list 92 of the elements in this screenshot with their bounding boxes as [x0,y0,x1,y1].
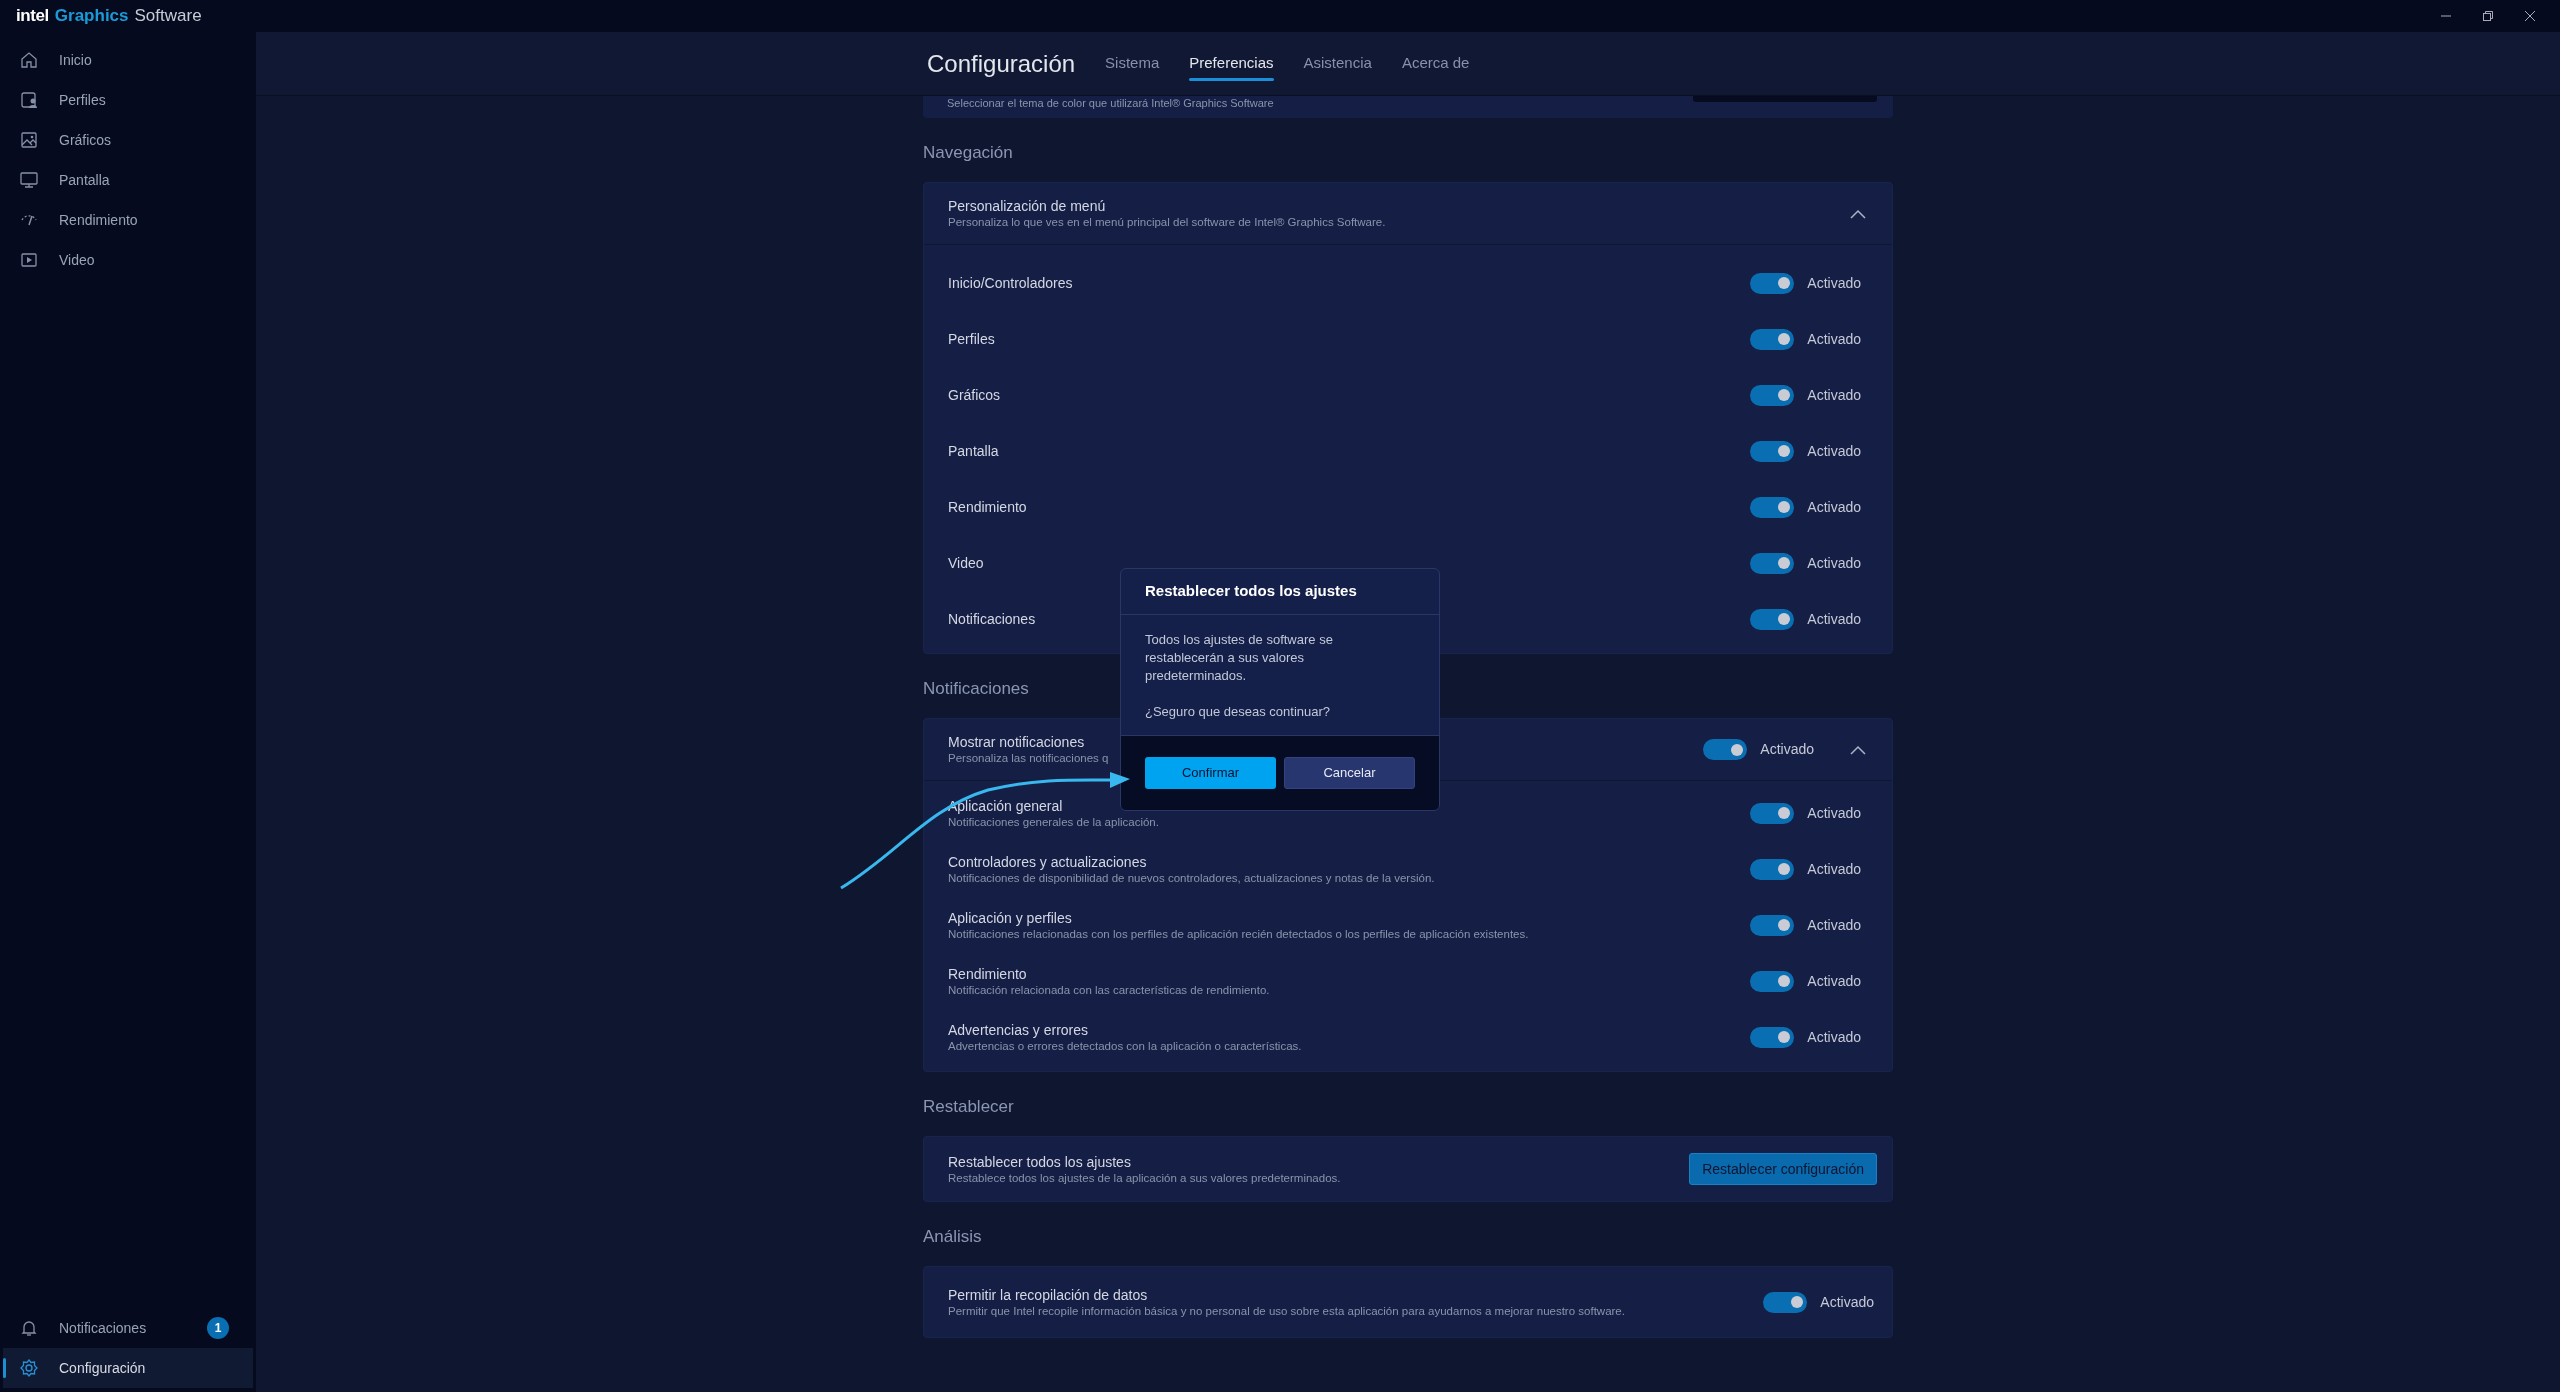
setting-description: Notificaciones generales de la aplicación. [948,814,1159,830]
tab[interactable]: Sistema [1105,32,1160,95]
setting-title: Perfiles [948,330,995,348]
nav-item[interactable]: Inicio [3,40,253,80]
dialog-button[interactable]: Cancelar [1284,757,1415,789]
section-heading: Análisis [923,1226,982,1249]
tab[interactable]: Asistencia [1303,32,1372,95]
count-badge: 1 [207,1317,229,1339]
setting-description: Notificación relacionada con las características de rendimiento. [948,982,1270,998]
toggle-label: Activado [1807,273,1861,293]
setting-description: Permitir que Intel recopile información básica y no personal de uso sobre esta aplicación para ayudarnos a mejorar nuestro software. [948,1303,1625,1319]
monitor-icon [19,170,39,190]
toggle-label: Activado [1807,441,1861,461]
toggle-switch[interactable] [1750,496,1795,518]
close-icon[interactable] [2524,10,2536,22]
section-heading: Navegación [923,142,1013,165]
toggle-label: Activado [1760,740,1814,759]
setting-title: Pantalla [948,442,999,460]
toggle-label: Activado [1807,859,1861,879]
dropdown-field[interactable] [1693,96,1877,102]
setting-title: Rendimiento [948,498,1027,516]
setting-title: Aplicación y perfiles [948,908,1073,927]
setting-description: Seleccionar el tema de color que utilizará Intel® Graphics Software [947,96,1274,110]
nav-item[interactable]: Configuración [3,1348,253,1388]
toggle-switch[interactable] [1750,970,1795,992]
nav-item[interactable]: Pantalla [3,160,253,200]
toggle-switch[interactable] [1750,802,1795,824]
setting-title: Mostrar notificaciones [948,733,1086,751]
home-icon [19,50,39,70]
nav-item[interactable]: Perfiles [3,80,253,120]
tab[interactable]: Acerca de [1401,32,1470,95]
nav-item[interactable]: Notificaciones 1 [3,1308,253,1348]
setting-description: Advertencias o errores detectados con la aplicación o características. [948,1038,1302,1054]
setting-title: Notificaciones [948,610,1036,628]
setting-title: Permitir la recopilación de datos [948,1285,1149,1304]
nav-item[interactable]: Rendimiento [3,200,253,240]
setting-title: Personalización de menú [948,197,1107,215]
setting-description: Notificaciones de disponibilidad de nuevos controladores, actualizaciones y notas de la versión. [948,870,1435,886]
app-title: Graphics [54,5,129,28]
toggle-label: Activado [1807,803,1861,823]
nav-item[interactable]: Gráficos [3,120,253,160]
dialog-message: ¿Seguro que deseas continuar? [1145,703,1331,721]
toggle-label: Activado [1807,497,1861,517]
setting-title: Restablecer todos los ajustes [948,1152,1132,1171]
image-icon [19,130,39,150]
restore-icon[interactable] [2482,10,2494,22]
toggle-switch[interactable] [1750,1026,1795,1048]
section-heading: Notificaciones [923,678,1029,701]
profile-icon [19,90,39,110]
toggle-switch[interactable] [1750,384,1795,406]
toggle-label: Activado [1807,329,1861,349]
toggle-switch[interactable] [1750,914,1795,936]
brand-logo: intel [16,5,49,28]
dialog-title: Restablecer todos los ajustes [1145,581,1357,602]
toggle-switch[interactable] [1703,739,1748,760]
dialog-message: Todos los ajustes de software se restablecerán a sus valores predeterminados. [1145,631,1334,685]
toggle-label: Activado [1807,1027,1861,1047]
toggle-switch[interactable] [1750,440,1795,462]
page-title: Configuración [927,48,1076,79]
toggle-label: Activado [1807,971,1861,991]
settings-icon [19,1358,39,1378]
setting-title: Rendimiento [948,964,1028,983]
collapse-chevron-icon[interactable] [1850,208,1866,219]
toggle-switch[interactable] [1750,272,1795,294]
setting-description: Personaliza las notificaciones q [948,751,1109,766]
setting-description: Personaliza lo que ves en el menú principal del software de Intel® Graphics Software. [948,215,1386,230]
toggle-label: Activado [1807,915,1861,935]
play-icon [19,250,39,270]
setting-title: Video [948,554,984,572]
setting-title: Controladores y actualizaciones [948,852,1148,871]
toggle-label: Activado [1807,609,1861,629]
toggle-switch[interactable] [1763,1291,1808,1313]
setting-description: Restablece todos los ajustes de la aplicación a sus valores predeterminados. [948,1170,1341,1186]
setting-title: Gráficos [948,386,1001,404]
dialog-button[interactable]: Confirmar [1145,757,1276,789]
toggle-label: Activado [1807,553,1861,573]
tab[interactable]: Preferencias [1189,32,1274,95]
nav-item[interactable]: Video [3,240,253,280]
setting-description: Notificaciones relacionadas con los perfiles de aplicación recién detectados o los perfiles de aplicación existentes. [948,926,1529,942]
collapse-chevron-icon[interactable] [1850,744,1866,755]
toggle-switch[interactable] [1750,858,1795,880]
toggle-label: Activado [1807,385,1861,405]
section-heading: Restablecer [923,1096,1014,1119]
bell-icon [19,1318,39,1338]
toggle-switch[interactable] [1750,608,1795,630]
toggle-switch[interactable] [1750,552,1795,574]
setting-title: Advertencias y errores [948,1020,1090,1039]
toggle-switch[interactable] [1750,328,1795,350]
setting-title: Inicio/Controladores [948,274,1073,292]
setting-title: Aplicación general [948,796,1064,815]
app-title: Software [134,5,202,28]
toggle-label: Activado [1820,1292,1874,1312]
